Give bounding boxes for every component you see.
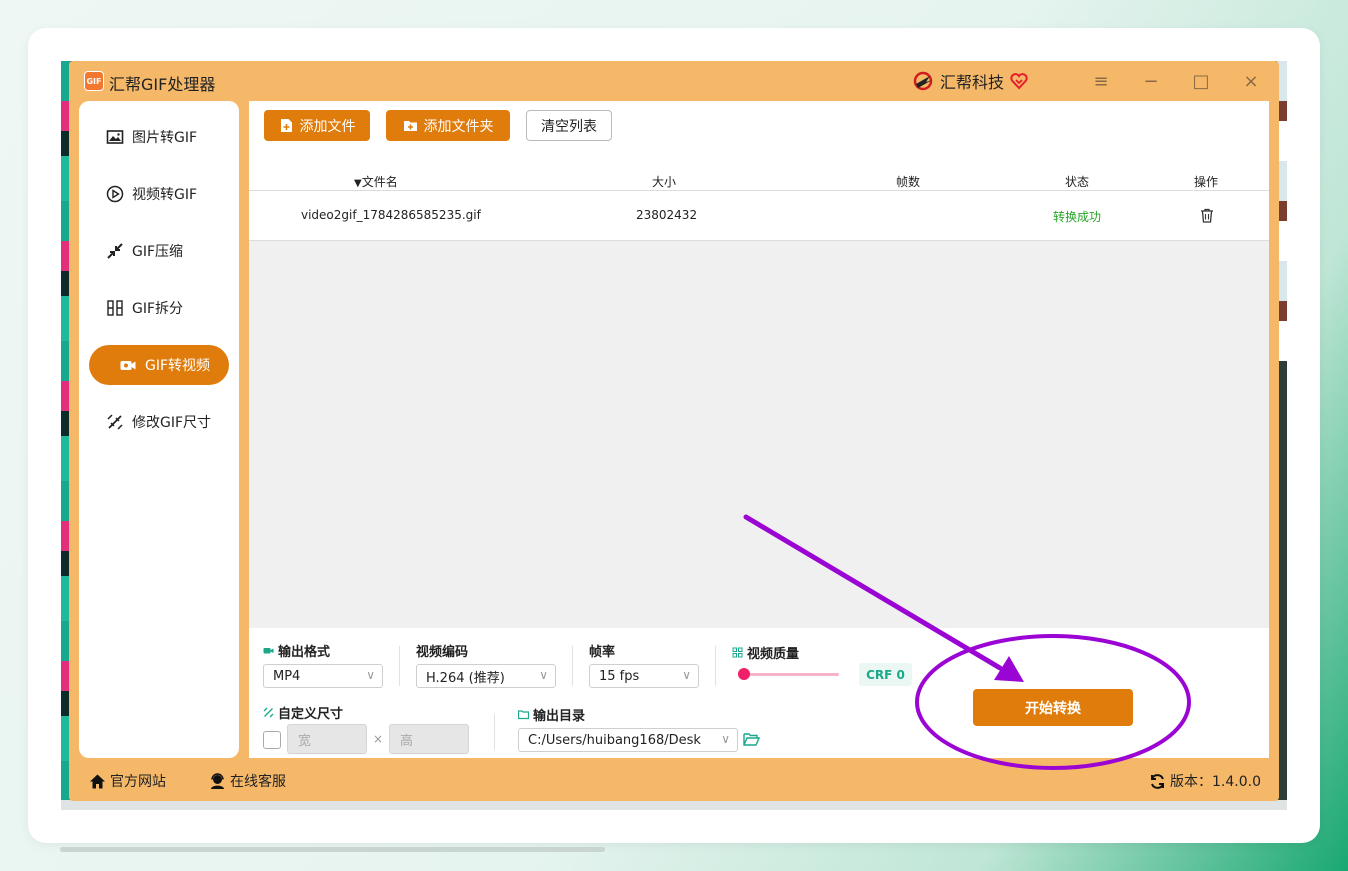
brand[interactable]: 汇帮科技 [912,70,1028,92]
output-dir-select[interactable]: C:/Users/huibang168/Desk ∨ [518,728,738,752]
grid-icon [732,647,743,658]
toolbar: 添加文件 添加文件夹 清空列表 [249,101,1269,151]
image-icon [106,130,124,144]
column-header-size[interactable]: 大小 [652,173,676,190]
home-icon [90,774,105,788]
resize-small-icon [263,707,274,718]
video-icon [263,648,274,654]
column-header-frames[interactable]: 帧数 [896,173,920,190]
output-format-select[interactable]: MP4 ∨ [263,664,383,688]
folder-icon [518,710,529,720]
maximize-icon: □ [1192,70,1210,92]
sidebar-item-label: GIF转视频 [145,358,211,374]
cell-size: 23802432 [636,208,698,222]
folder-add-icon [403,121,417,131]
start-convert-button[interactable]: 开始转换 [973,689,1133,726]
heart-icon [1010,73,1028,90]
row-divider [249,240,1269,241]
divider [715,646,716,686]
frame-rate-label: 帧率 [589,645,616,660]
minimize-icon: − [1143,70,1159,92]
width-input[interactable]: 宽 [287,724,367,754]
minimize-button[interactable]: − [1139,69,1163,93]
custom-size-label: 自定义尺寸 [263,703,343,722]
add-folder-button[interactable]: 添加文件夹 [386,110,510,141]
close-button[interactable]: × [1239,69,1263,93]
desktop-taskbar-edge [61,800,1287,810]
sidebar-item-label: GIF压缩 [132,244,184,260]
add-file-label: 添加文件 [299,118,356,135]
custom-size-checkbox[interactable] [263,731,281,749]
chevron-down-icon: ∨ [721,732,730,746]
times-separator: × [373,732,384,746]
sidebar-item-resize-gif[interactable]: 修改GIF尺寸 [89,402,229,442]
browse-folder-icon[interactable] [743,732,760,747]
crf-value: CRF 0 [859,663,912,686]
official-website-link[interactable]: 官方网站 [89,771,166,791]
menu-button[interactable]: ≡ [1089,69,1113,93]
chevron-down-icon: ∨ [366,668,375,682]
version-info[interactable]: 版本：1.4.0.0 [1149,771,1261,791]
resize-icon [107,414,123,430]
support-icon [211,772,224,789]
sidebar: 图片转GIF 视频转GIF GIF压缩 GIF拆分 GIF转视频 修改GIF尺寸 [79,101,239,758]
refresh-icon [1151,773,1164,789]
sidebar-item-label: 修改GIF尺寸 [132,415,212,431]
close-icon: × [1243,70,1259,92]
cell-status: 转换成功 [1053,210,1102,224]
height-input[interactable]: 高 [389,724,469,754]
clear-list-button[interactable]: 清空列表 [526,110,612,141]
play-circle-icon [106,185,124,203]
sidebar-item-video-to-gif[interactable]: 视频转GIF [89,174,229,214]
footer: 官方网站 在线客服 版本：1.4.0.0 [69,758,1279,801]
brand-logo-icon [913,71,933,91]
header-divider [249,190,1269,191]
app-title: 汇帮GIF处理器 [109,75,216,94]
chevron-down-icon: ∨ [682,668,691,682]
sidebar-item-gif-to-video[interactable]: GIF转视频 [89,345,229,385]
divider [572,646,573,686]
sidebar-item-image-to-gif[interactable]: 图片转GIF [89,117,229,157]
brand-name: 汇帮科技 [940,73,1005,92]
video-camera-icon [120,361,136,370]
maximize-button[interactable]: □ [1189,69,1213,93]
menu-icon: ≡ [1093,70,1109,92]
sidebar-item-label: GIF拆分 [132,301,184,317]
sidebar-item-label: 图片转GIF [132,130,198,146]
sidebar-item-label: 视频转GIF [132,187,198,203]
video-quality-label: 视频质量 [732,643,799,662]
add-folder-label: 添加文件夹 [423,118,494,135]
cell-filename: video2gif_1784286585235.gif [301,208,481,222]
video-codec-label: 视频编码 [416,645,469,660]
output-dir-label: 输出目录 [518,705,585,724]
settings-panel: 输出格式 MP4∨ 视频编码 H.264 (推荐)∨ 帧率 15 fps∨ [249,628,1269,758]
app-window: GIF 汇帮GIF处理器 汇帮科技 ≡ − □ × 图片转GIF 视频转GIF … [69,61,1279,801]
split-icon [107,300,123,316]
frame-rate-select[interactable]: 15 fps ∨ [589,664,699,688]
column-header-status[interactable]: 状态 [1065,173,1089,190]
column-header-action: 操作 [1194,175,1219,189]
output-format-label: 输出格式 [263,641,330,660]
quality-slider-track[interactable] [743,673,839,676]
divider [494,714,495,750]
add-file-button[interactable]: 添加文件 [264,110,370,141]
online-support-link[interactable]: 在线客服 [209,771,286,791]
file-add-icon [280,119,292,132]
title-bar: GIF 汇帮GIF处理器 汇帮科技 ≡ − □ × [69,61,1279,101]
video-codec-select[interactable]: H.264 (推荐) ∨ [416,664,556,688]
divider [399,646,400,686]
main-panel: 添加文件 添加文件夹 清空列表 ▼文件名 大小 帧数 状态 操作 video2g… [249,101,1269,758]
quality-slider-handle[interactable] [738,668,750,680]
clear-list-label: 清空列表 [541,118,597,135]
sidebar-item-gif-compress[interactable]: GIF压缩 [89,231,229,271]
chevron-down-icon: ∨ [539,668,548,682]
sidebar-item-gif-split[interactable]: GIF拆分 [89,288,229,328]
trash-icon[interactable] [1200,208,1214,223]
app-logo-icon: GIF [84,71,104,91]
compress-icon [107,243,123,259]
sort-indicator-icon: ▼ [354,178,362,189]
file-table: ▼文件名 大小 帧数 状态 操作 video2gif_1784286585235… [249,151,1269,241]
page-scrollbar[interactable] [60,847,605,852]
column-header-filename[interactable]: ▼文件名 [354,173,398,190]
